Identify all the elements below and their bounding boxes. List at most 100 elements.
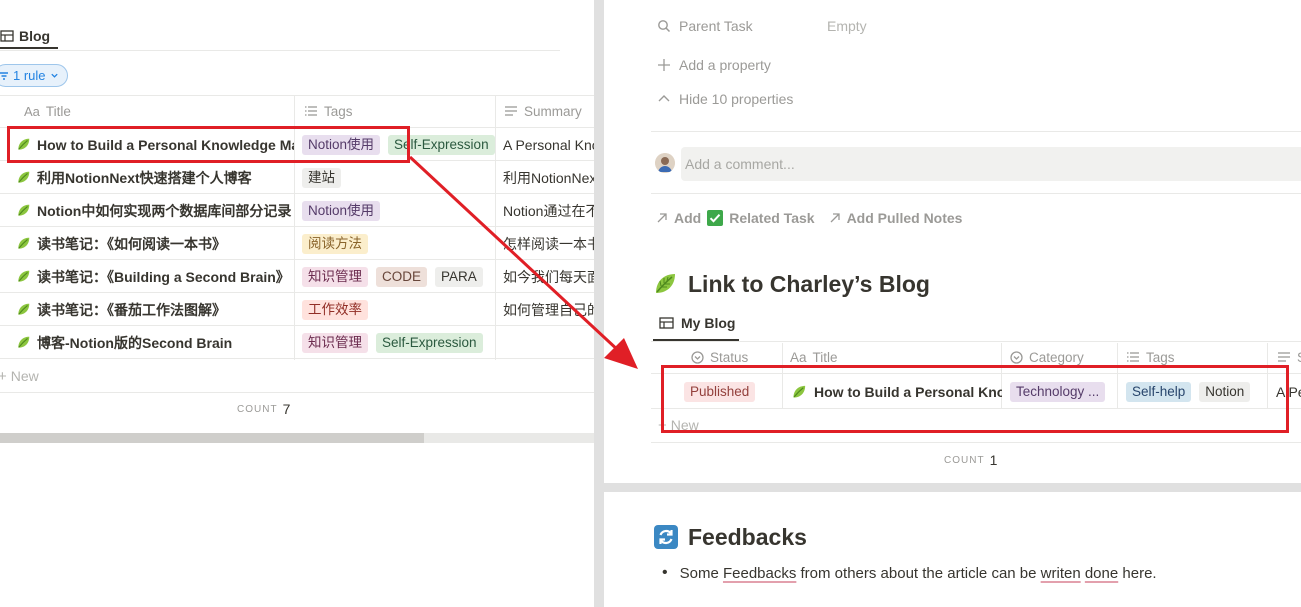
new-row-button[interactable]: + New: [0, 360, 39, 392]
arrow-up-right-icon: [829, 212, 841, 224]
row-title: 读书笔记：《番茄工作法图解》: [37, 301, 226, 318]
text-run: Some: [679, 564, 723, 582]
chevron-down-icon: [50, 71, 59, 80]
highlight-box-right: [661, 365, 1289, 433]
view-tab-my-blog[interactable]: My Blog: [659, 310, 735, 336]
property-parent-task[interactable]: Parent Task Empty: [657, 12, 867, 40]
highlight-box-left: [7, 126, 410, 163]
table-row[interactable]: 读书笔记：《Building a Second Brain》 知识管理 CODE PA…: [0, 260, 594, 293]
row-tags-cell[interactable]: 阅读方法: [302, 227, 368, 260]
list-icon: [304, 105, 318, 117]
tag-chip: 工作效率: [302, 299, 368, 320]
comment-divider: [651, 193, 1301, 194]
add-pulled-notes-button[interactable]: Add Pulled Notes: [847, 210, 963, 226]
row-border: [0, 358, 594, 359]
status-icon: [691, 350, 704, 364]
row-summary-cell[interactable]: [503, 326, 594, 359]
table-icon: [0, 29, 14, 43]
arrow-up-right-icon: [656, 212, 668, 224]
row-summary: 如何管理自己的: [503, 301, 594, 318]
horizontal-scrollbar-thumb[interactable]: [0, 433, 424, 443]
table-row[interactable]: 博客-Notion版的Second Brain 知识管理 Self-Expressi…: [0, 326, 594, 359]
left-database-pane: Blog 1 rule Aa Title Tags Summary How to…: [0, 0, 594, 607]
view-tab-blog[interactable]: Blog: [0, 22, 50, 50]
row-title-cell[interactable]: 读书笔记：《Building a Second Brain》: [16, 260, 294, 293]
row-tags-cell[interactable]: Notion使用: [302, 194, 381, 227]
row-summary: 怎样阅读一本书: [503, 235, 594, 252]
leaf-icon: [16, 269, 31, 284]
table-row[interactable]: 读书笔记：《番茄工作法图解》 工作效率 如何管理自己的: [0, 293, 594, 326]
tab-divider: [0, 50, 560, 51]
leaf-icon: [16, 170, 31, 185]
feedbacks-bullet-item[interactable]: • Some Feedbacks from others about the a…: [662, 560, 1157, 586]
column-header-label: Summary: [524, 103, 582, 119]
footer-border: [0, 392, 594, 393]
row-tags-cell[interactable]: 知识管理 CODE PARA: [302, 260, 483, 293]
row-summary-cell[interactable]: 怎样阅读一本书: [503, 227, 594, 260]
row-title-cell[interactable]: 读书笔记：《番茄工作法图解》: [16, 293, 294, 326]
comment-input[interactable]: Add a comment...: [681, 147, 1301, 181]
add-related-task-button[interactable]: Add Related Task: [674, 210, 815, 226]
text-aa-icon: Aa: [790, 349, 807, 365]
add-property-button[interactable]: Add a property: [657, 51, 771, 79]
row-title-cell[interactable]: 读书笔记：《如何阅读一本书》: [16, 227, 294, 260]
count-label: COUNT: [944, 454, 985, 466]
table-row[interactable]: 利用NotionNext快速搭建个人博客 建站 利用NotionNext快速: [0, 161, 594, 194]
table-row[interactable]: Notion中如何实现两个数据库间部分记录 Notion使用 Notion通过在不同: [0, 194, 594, 227]
chevron-up-icon: [657, 92, 671, 106]
row-title-cell[interactable]: 利用NotionNext快速搭建个人博客: [16, 161, 294, 194]
count-label: COUNT: [237, 403, 278, 415]
spellcheck-word: Feedbacks: [722, 564, 797, 582]
property-value[interactable]: Empty: [827, 18, 867, 34]
row-tags-cell[interactable]: 建站: [302, 161, 341, 194]
row-tags-cell[interactable]: 工作效率: [302, 293, 368, 326]
footer-border: [651, 442, 1301, 443]
column-header-tags[interactable]: Tags: [304, 96, 353, 126]
count-value: 1: [989, 452, 998, 468]
row-summary-cell[interactable]: 如何管理自己的: [503, 293, 594, 326]
text-aa-icon: Aa: [24, 103, 40, 119]
row-tags-cell[interactable]: 知识管理 Self-Expression: [302, 326, 483, 359]
lines-icon: [504, 105, 518, 117]
table-row[interactable]: 读书笔记：《如何阅读一本书》 阅读方法 怎样阅读一本书: [0, 227, 594, 260]
row-title: 博客-Notion版的Second Brain: [37, 334, 233, 351]
column-header-title[interactable]: Aa Title: [24, 96, 71, 126]
count-value: 7: [282, 401, 291, 417]
row-count[interactable]: COUNT 1: [944, 449, 997, 471]
relations-row: Add Related Task Add Pulled Notes: [656, 204, 962, 232]
leaf-icon: [652, 271, 678, 297]
column-header-label: Tags: [1146, 349, 1175, 365]
row-summary-cell[interactable]: Notion通过在不同: [503, 194, 594, 227]
plus-icon: +: [0, 367, 7, 385]
property-label: Parent Task: [679, 18, 753, 34]
row-summary-cell[interactable]: 利用NotionNext快速: [503, 161, 594, 194]
row-summary-cell[interactable]: A Personal Knowledge: [503, 128, 594, 161]
properties-divider: [651, 131, 1301, 132]
comment-placeholder: Add a comment...: [685, 156, 795, 172]
plus-icon: [657, 58, 671, 72]
tag-chip: PARA: [435, 266, 483, 287]
column-header-summary[interactable]: Summary: [504, 96, 582, 126]
right-page-pane: Parent Task Empty Add a property Hide 10…: [604, 0, 1301, 607]
horizontal-scrollbar-track[interactable]: [604, 483, 1301, 492]
refresh-icon: [654, 525, 678, 549]
row-title-cell[interactable]: Notion中如何实现两个数据库间部分记录: [16, 194, 294, 227]
view-tab-label: Blog: [19, 28, 51, 44]
table-icon: [659, 316, 674, 330]
hide-properties-button[interactable]: Hide 10 properties: [657, 85, 793, 113]
new-row-label: New: [10, 368, 39, 384]
search-icon: [657, 19, 671, 33]
tag-chip: 建站: [302, 167, 341, 188]
check-box-icon: [707, 210, 724, 226]
pane-divider[interactable]: [594, 0, 604, 607]
row-count[interactable]: COUNT 7: [237, 398, 290, 420]
blog-heading-text: Link to Charley’s Blog: [688, 270, 930, 297]
tag-chip: Notion使用: [302, 200, 381, 221]
row-title: 读书笔记：《如何阅读一本书》: [37, 235, 226, 252]
row-title-cell[interactable]: 博客-Notion版的Second Brain: [16, 326, 294, 359]
row-title: 利用NotionNext快速搭建个人博客: [37, 169, 252, 186]
bullet-text: Some Feedbacks from others about the art…: [680, 565, 1157, 582]
filter-rule-pill[interactable]: 1 rule: [0, 64, 68, 87]
spellcheck-word: done: [1084, 564, 1119, 582]
row-summary-cell[interactable]: 如今我们每天面对: [503, 260, 594, 293]
